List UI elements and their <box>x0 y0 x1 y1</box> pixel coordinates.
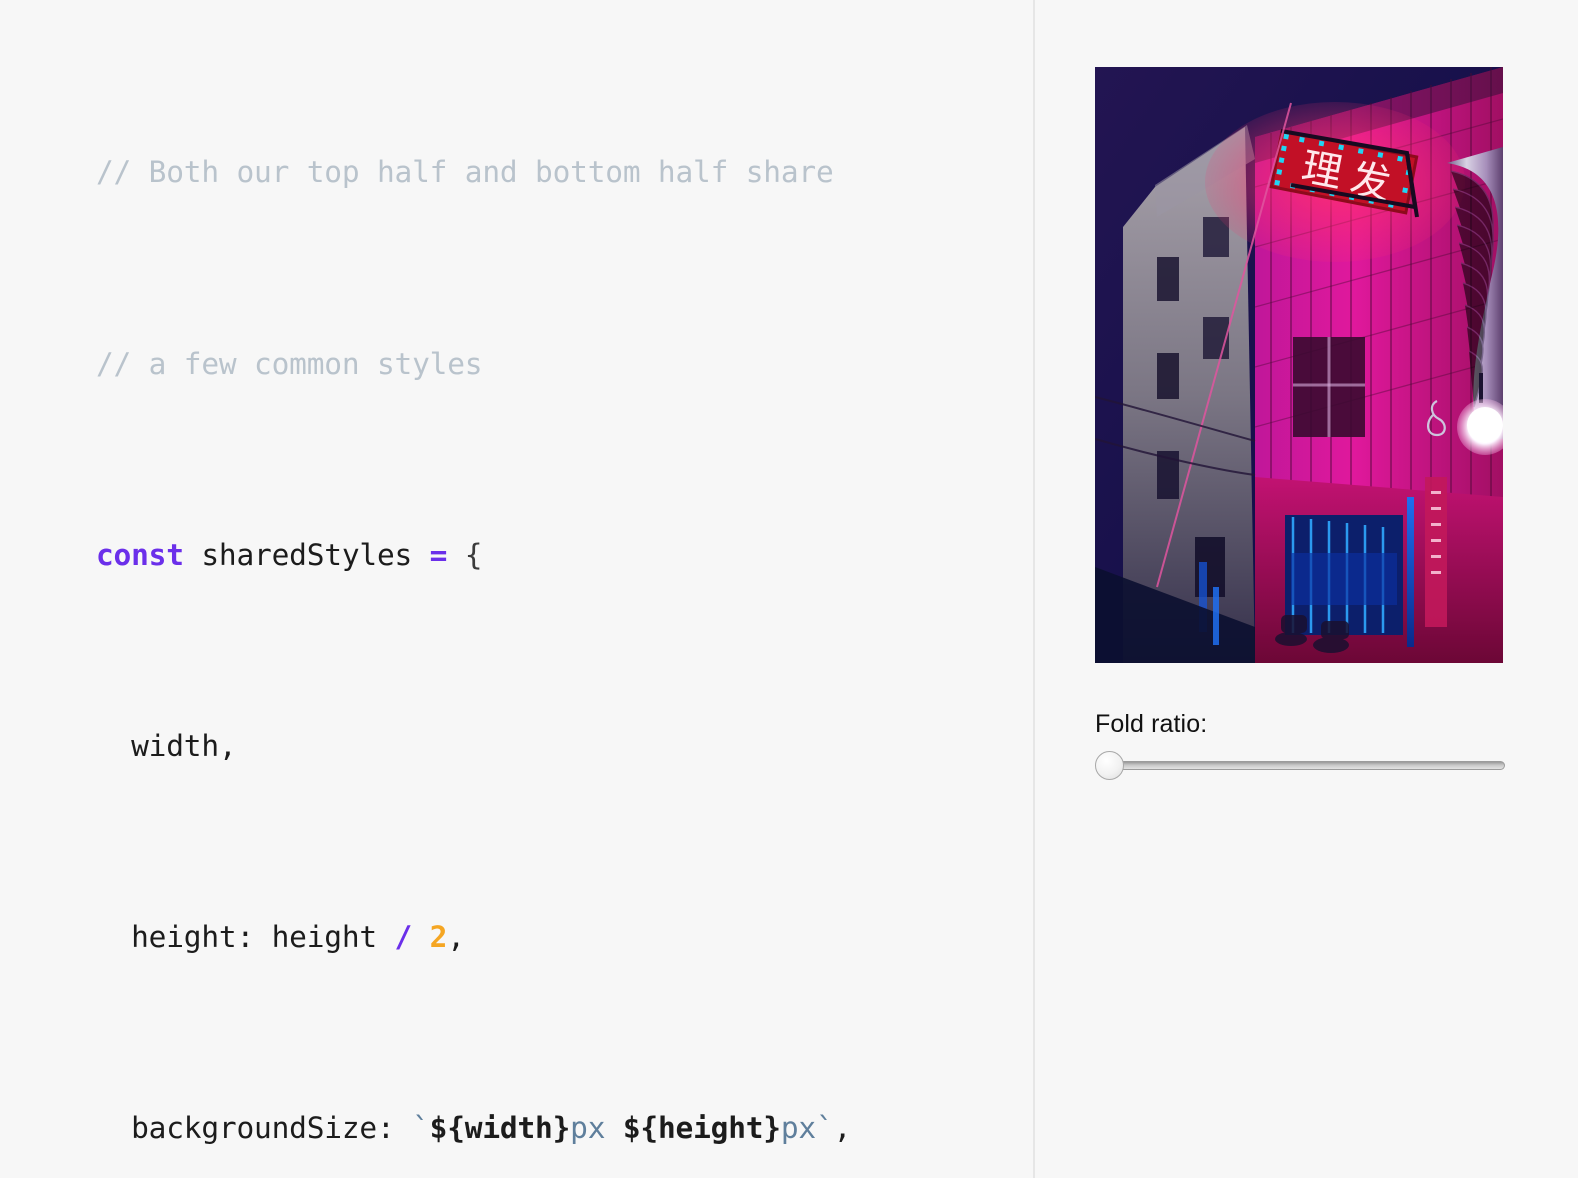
app-root: // Both our top half and bottom half sha… <box>0 0 1578 1178</box>
code-token-comment: // Both our top half and bottom half sha… <box>96 155 834 190</box>
code-token-interpolation: ${height} <box>622 1111 781 1146</box>
code-token-keyword: const <box>96 537 184 572</box>
fold-ratio-label: Fold ratio: <box>1095 710 1208 738</box>
slider-track[interactable] <box>1103 761 1505 770</box>
code-token-punct: { <box>447 537 483 572</box>
code-line: height: height / 2, <box>96 914 957 962</box>
fold-ratio-control[interactable]: Fold ratio: <box>1095 710 1525 781</box>
preview-pane: 理 发 Fold ratio: <box>1035 0 1578 1178</box>
code-token-identifier: width, <box>96 728 237 763</box>
code-editor-pane[interactable]: // Both our top half and bottom half sha… <box>0 0 1035 1178</box>
code-token-number: 2 <box>412 920 448 955</box>
fold-ratio-slider[interactable] <box>1095 751 1505 781</box>
code-token-identifier: height: height <box>96 920 395 955</box>
code-token-comment: // a few common styles <box>96 346 483 381</box>
code-line: const sharedStyles = { <box>96 532 957 580</box>
code-token-operator: = <box>429 537 448 572</box>
code-line: // a few common styles <box>96 341 957 389</box>
neon-street-photo: 理 发 <box>1095 67 1503 663</box>
code-token-operator: / <box>394 920 413 955</box>
code-token-string: px <box>570 1111 623 1146</box>
photo-illustration: 理 发 <box>1095 67 1503 663</box>
code-token-interpolation: ${width} <box>429 1111 571 1146</box>
code-token-punct: , <box>833 1111 852 1146</box>
code-line: backgroundSize: `${width}px ${height}px`… <box>96 1105 957 1153</box>
code-listing[interactable]: // Both our top half and bottom half sha… <box>96 6 957 1178</box>
code-token-identifier: backgroundSize: <box>96 1111 413 1146</box>
code-token-string: ` <box>412 1111 430 1146</box>
code-token-string: px` <box>780 1111 834 1146</box>
code-line: width, <box>96 723 957 771</box>
slider-thumb[interactable] <box>1095 751 1124 780</box>
code-token-identifier: sharedStyles <box>183 537 430 572</box>
code-line: // Both our top half and bottom half sha… <box>96 149 957 197</box>
code-token-punct: , <box>447 920 465 955</box>
